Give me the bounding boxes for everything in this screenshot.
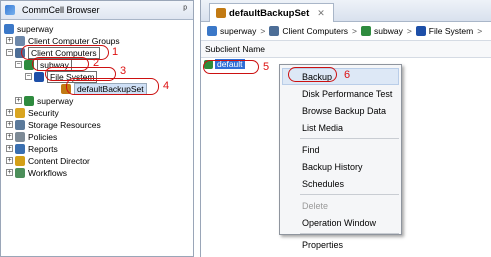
callout-default-subclient <box>203 60 259 74</box>
tree-node-label: Reports <box>28 143 58 154</box>
tab-strip: defaultBackupSet ✕ <box>201 0 491 22</box>
menu-item-browse-backup-data[interactable]: Browse Backup Data <box>280 102 401 119</box>
reports-icon <box>15 143 25 154</box>
commcell-server-icon <box>207 26 217 36</box>
column-header-subclient-name[interactable]: Subclient Name <box>201 41 491 58</box>
pin-icon[interactable]: ᵖ <box>183 4 187 15</box>
breadcrumb-item-client-computers[interactable]: Client Computers <box>282 26 348 36</box>
client-icon <box>24 95 34 106</box>
breadcrumb-item-subway[interactable]: subway <box>374 26 403 36</box>
tree-node-content-director[interactable]: + Content Director <box>6 155 90 166</box>
collapse-icon[interactable]: − <box>15 61 22 68</box>
expand-icon[interactable]: + <box>6 145 13 152</box>
tree-node-label: Security <box>28 107 59 118</box>
breadcrumb-item-superway[interactable]: superway <box>220 26 256 36</box>
tree-node-label: Workflows <box>28 167 68 178</box>
menu-item-schedules[interactable]: Schedules <box>280 175 401 192</box>
tree-node-superway-client[interactable]: + superway <box>15 95 73 106</box>
tree-node-workflows[interactable]: + Workflows <box>6 167 67 178</box>
menu-item-list-media[interactable]: List Media <box>280 119 401 136</box>
tree-node-reports[interactable]: + Reports <box>6 143 58 154</box>
file-system-icon <box>415 26 426 36</box>
client-computers-icon <box>269 26 280 36</box>
collapse-icon[interactable]: − <box>6 49 13 56</box>
callout-number-4: 4 <box>163 80 170 92</box>
menu-item-backup-history[interactable]: Backup History <box>280 158 401 175</box>
breadcrumb-item-file-system[interactable]: File System <box>429 26 473 36</box>
callout-number-3: 3 <box>120 65 127 77</box>
callout-number-6: 6 <box>344 69 351 81</box>
backup-set-icon <box>216 8 226 18</box>
callout-number-1: 1 <box>112 46 119 58</box>
callout-backup <box>288 67 337 82</box>
menu-item-find[interactable]: Find <box>280 141 401 158</box>
menu-item-operation-window[interactable]: Operation Window <box>280 214 401 231</box>
tree-node-label: superway <box>17 23 54 34</box>
tab-default-backup-set[interactable]: defaultBackupSet ✕ <box>209 3 334 22</box>
policies-icon <box>15 131 25 142</box>
menu-item-label: Properties <box>302 239 344 250</box>
expand-icon[interactable]: + <box>15 97 22 104</box>
computer-group-icon <box>15 35 25 46</box>
expand-icon[interactable]: + <box>6 37 13 44</box>
menu-item-label: Schedules <box>302 178 345 189</box>
expand-icon[interactable]: + <box>6 121 13 128</box>
menu-item-label: Find <box>302 144 320 155</box>
expand-icon[interactable]: + <box>6 169 13 176</box>
menu-separator <box>300 233 399 234</box>
file-system-icon <box>34 71 44 82</box>
commcell-browser-pane: CommCell Browser ᵖ superway + Client Com… <box>0 0 194 257</box>
tree-node-label: Client Computer Groups <box>28 35 120 46</box>
commcell-icon <box>5 5 15 15</box>
menu-item-label: Backup History <box>302 161 363 172</box>
menu-item-label: List Media <box>302 122 344 133</box>
menu-item-label: Browse Backup Data <box>302 105 387 116</box>
commcell-browser-title: CommCell Browser <box>22 5 100 15</box>
client-icon <box>361 26 371 36</box>
workflows-icon <box>15 167 25 178</box>
tab-label: defaultBackupSet <box>229 7 310 19</box>
menu-item-delete: Delete <box>280 197 401 214</box>
tree-node-label: superway <box>37 95 74 106</box>
menu-item-properties[interactable]: Properties <box>280 236 401 253</box>
storage-icon <box>15 119 25 130</box>
tree-node-policies[interactable]: + Policies <box>6 131 57 142</box>
callout-number-5: 5 <box>263 61 270 73</box>
tree-node-label: Storage Resources <box>28 119 101 130</box>
tree-node-superway-root[interactable]: superway <box>4 23 53 34</box>
tree-node-security[interactable]: + Security <box>6 107 59 118</box>
menu-separator <box>300 138 399 139</box>
tree-node-label: Policies <box>28 131 58 142</box>
menu-item-disk-performance-test[interactable]: Disk Performance Test <box>280 85 401 102</box>
collapse-icon[interactable]: − <box>25 73 32 80</box>
breadcrumb: superway > Client Computers > subway > F… <box>201 22 491 41</box>
expand-icon[interactable]: + <box>6 133 13 140</box>
context-menu: Backup Disk Performance Test Browse Back… <box>279 64 402 250</box>
menu-item-label: Disk Performance Test <box>302 88 393 99</box>
close-icon[interactable]: ✕ <box>317 8 325 19</box>
security-icon <box>15 107 25 118</box>
breadcrumb-separator: > <box>477 26 483 36</box>
tree-node-label: Content Director <box>28 155 90 166</box>
tree-node-storage-resources[interactable]: + Storage Resources <box>6 119 101 130</box>
callout-default-backup-set <box>66 78 159 95</box>
menu-item-label: Delete <box>302 200 329 211</box>
expand-icon[interactable]: + <box>6 157 13 164</box>
content-director-icon <box>15 155 25 166</box>
expand-icon[interactable]: + <box>6 109 13 116</box>
commcell-browser-header: CommCell Browser ᵖ <box>1 1 193 20</box>
breadcrumb-separator: > <box>352 26 357 36</box>
commcell-server-icon <box>4 23 14 34</box>
breadcrumb-separator: > <box>260 26 266 36</box>
breadcrumb-separator: > <box>406 26 412 36</box>
menu-item-label: Operation Window <box>302 217 377 228</box>
menu-separator <box>300 194 399 195</box>
